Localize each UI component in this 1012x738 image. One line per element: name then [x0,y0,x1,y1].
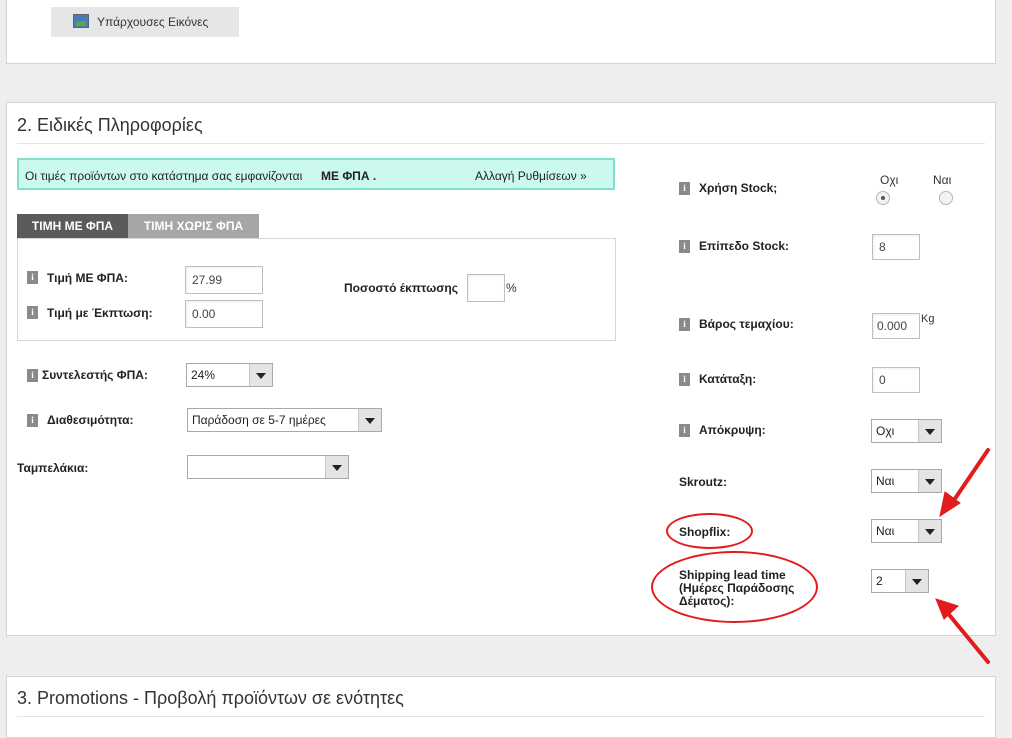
annotation-arrow-shipping [944,609,990,664]
annotation-arrowhead-shipping [935,598,959,620]
annotation-arrow-shopflix [948,448,990,508]
annotation-arrows [935,448,990,664]
